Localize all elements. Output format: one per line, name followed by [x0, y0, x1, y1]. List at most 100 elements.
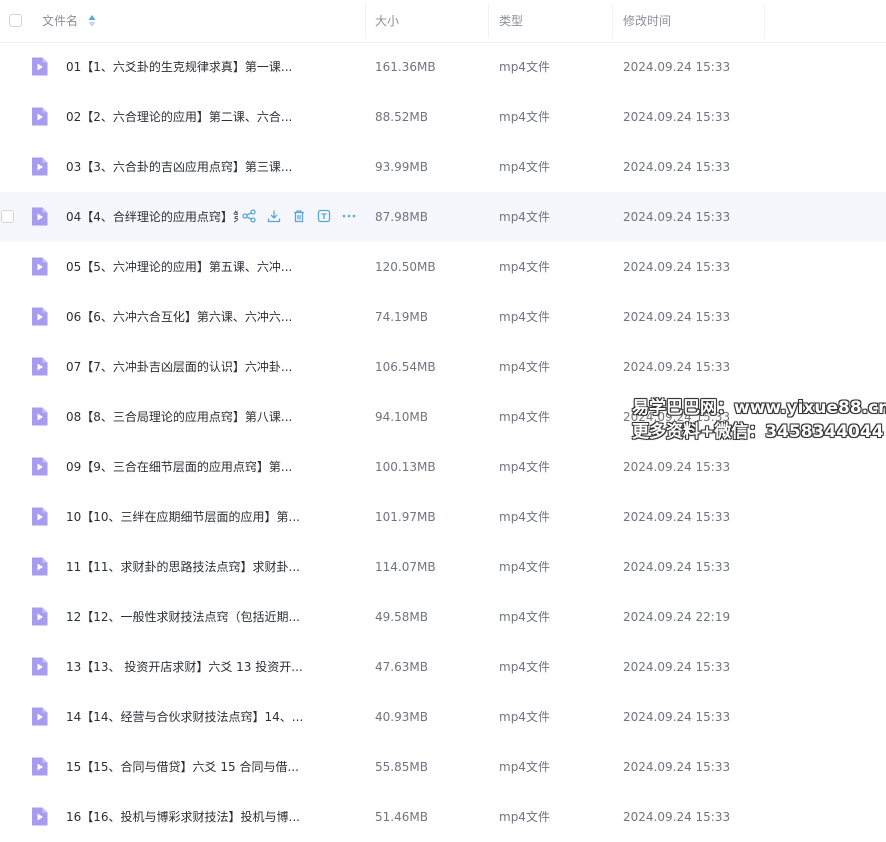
download-icon[interactable]: [267, 209, 281, 223]
file-row[interactable]: 04【4、合绊理论的应用点窍】第四课... 87.98MB mp4文件 2024.09…: [0, 192, 886, 242]
column-divider[interactable]: [365, 4, 366, 38]
video-file-icon: [32, 657, 48, 676]
file-name[interactable]: 07【7、六冲卦吉凶层面的认识】六冲卦...: [66, 342, 292, 392]
file-row[interactable]: 15【15、合同与借贷】六爻 15 合同与借... 55.85MB mp4文件 202…: [0, 742, 886, 792]
rename-icon[interactable]: [317, 209, 331, 223]
file-type: mp4文件: [499, 760, 550, 774]
file-name[interactable]: 01【1、六爻卦的生克规律求真】第一课...: [66, 42, 292, 92]
file-size: 101.97MB: [375, 510, 436, 524]
video-file-icon: [32, 707, 48, 726]
file-name[interactable]: 10【10、三绊在应期细节层面的应用】第...: [66, 492, 300, 542]
file-name[interactable]: 08【8、三合局理论的应用点窍】第八课...: [66, 392, 292, 442]
file-type: mp4文件: [499, 710, 550, 724]
video-file-icon: [32, 457, 48, 476]
more-icon[interactable]: [342, 209, 356, 223]
file-size: 51.46MB: [375, 810, 428, 824]
file-type: mp4文件: [499, 210, 550, 224]
file-size: 93.99MB: [375, 160, 428, 174]
file-modified-time: 2024.09.24 15:33: [623, 710, 731, 724]
row-checkbox[interactable]: [1, 210, 14, 223]
file-row[interactable]: 10【10、三绊在应期细节层面的应用】第... 101.97MB mp4文件 2024…: [0, 492, 886, 542]
file-type: mp4文件: [499, 610, 550, 624]
file-modified-time: 2024.09.24 15:33: [623, 110, 731, 124]
watermark-line1: 易学巴巴网：www.yixue88.cn: [632, 398, 886, 418]
column-divider[interactable]: [764, 4, 765, 38]
delete-icon[interactable]: [292, 209, 306, 223]
file-row[interactable]: 05【5、六冲理论的应用】第五课、六冲... 120.50MB mp4文件 2024.…: [0, 242, 886, 292]
file-type: mp4文件: [499, 60, 550, 74]
file-size: 114.07MB: [375, 560, 436, 574]
file-row[interactable]: 09【9、三合在细节层面的应用点窍】第... 100.13MB mp4文件 2024.…: [0, 442, 886, 492]
file-modified-time: 2024.09.24 15:33: [623, 560, 731, 574]
file-name[interactable]: 06【6、六冲六合互化】第六课、六冲六...: [66, 292, 292, 342]
file-name[interactable]: 13【13、 投资开店求财】六爻 13 投资开...: [66, 642, 303, 692]
select-all-checkbox[interactable]: [9, 14, 22, 27]
file-list-header: 文件名 大小 类型 修改时间: [0, 0, 886, 43]
video-file-icon: [32, 807, 48, 826]
file-modified-time: 2024.09.24 15:33: [623, 310, 731, 324]
file-name[interactable]: 05【5、六冲理论的应用】第五课、六冲...: [66, 242, 292, 292]
video-file-icon: [32, 557, 48, 576]
header-size[interactable]: 大小: [375, 0, 399, 42]
file-size: 88.52MB: [375, 110, 428, 124]
file-name[interactable]: 03【3、六合卦的吉凶应用点窍】第三课...: [66, 142, 292, 192]
share-icon[interactable]: [242, 209, 256, 223]
file-type: mp4文件: [499, 560, 550, 574]
file-size: 100.13MB: [375, 460, 436, 474]
video-file-icon: [32, 507, 48, 526]
file-modified-time: 2024.09.24 15:33: [623, 210, 731, 224]
file-row[interactable]: 12【12、一般性求财技法点窍（包括近期... 49.58MB mp4文件 2024.…: [0, 592, 886, 642]
file-modified-time: 2024.09.24 22:19: [623, 610, 731, 624]
file-name[interactable]: 02【2、六合理论的应用】第二课、六合...: [66, 92, 292, 142]
file-type: mp4文件: [499, 260, 550, 274]
file-size: 74.19MB: [375, 310, 428, 324]
file-modified-time: 2024.09.24 15:33: [623, 810, 731, 824]
file-type: mp4文件: [499, 410, 550, 424]
file-type: mp4文件: [499, 160, 550, 174]
file-type: mp4文件: [499, 110, 550, 124]
file-type: mp4文件: [499, 660, 550, 674]
file-size: 161.36MB: [375, 60, 436, 74]
file-row[interactable]: 16【16、投机与博彩求财技法】投机与博... 51.46MB mp4文件 2024.…: [0, 792, 886, 842]
column-divider[interactable]: [612, 4, 613, 38]
video-file-icon: [32, 407, 48, 426]
video-file-icon: [32, 357, 48, 376]
header-type[interactable]: 类型: [499, 0, 523, 42]
file-type: mp4文件: [499, 310, 550, 324]
file-row[interactable]: 06【6、六冲六合互化】第六课、六冲六... 74.19MB mp4文件 2024.0…: [0, 292, 886, 342]
file-name[interactable]: 04【4、合绊理论的应用点窍】第四课...: [66, 192, 238, 242]
column-divider[interactable]: [488, 4, 489, 38]
sort-ascending-icon[interactable]: [88, 14, 96, 28]
file-modified-time: 2024.09.24 15:33: [623, 160, 731, 174]
watermark: 易学巴巴网：www.yixue88.cn 更多资料+微信：3458344044: [632, 396, 886, 444]
file-name[interactable]: 15【15、合同与借贷】六爻 15 合同与借...: [66, 742, 299, 792]
header-modified[interactable]: 修改时间: [623, 0, 671, 42]
file-row[interactable]: 02【2、六合理论的应用】第二课、六合... 88.52MB mp4文件 2024.0…: [0, 92, 886, 142]
file-name[interactable]: 14【14、经营与合伙求财技法点窍】14、...: [66, 692, 303, 742]
file-name[interactable]: 12【12、一般性求财技法点窍（包括近期...: [66, 592, 300, 642]
file-row[interactable]: 14【14、经营与合伙求财技法点窍】14、... 40.93MB mp4文件 2024…: [0, 692, 886, 742]
file-modified-time: 2024.09.24 15:33: [623, 60, 731, 74]
file-row[interactable]: 13【13、 投资开店求财】六爻 13 投资开... 47.63MB mp4文件 20…: [0, 642, 886, 692]
header-filename[interactable]: 文件名: [42, 0, 78, 42]
file-type: mp4文件: [499, 460, 550, 474]
file-row[interactable]: 11【11、求财卦的思路技法点窍】求财卦... 114.07MB mp4文件 2024…: [0, 542, 886, 592]
file-name[interactable]: 09【9、三合在细节层面的应用点窍】第...: [66, 442, 292, 492]
video-file-icon: [32, 207, 48, 226]
file-size: 49.58MB: [375, 610, 428, 624]
file-name[interactable]: 11【11、求财卦的思路技法点窍】求财卦...: [66, 542, 300, 592]
file-row[interactable]: 01【1、六爻卦的生克规律求真】第一课... 161.36MB mp4文件 2024.…: [0, 42, 886, 92]
file-size: 40.93MB: [375, 710, 428, 724]
file-size: 106.54MB: [375, 360, 436, 374]
video-file-icon: [32, 257, 48, 276]
file-row[interactable]: 07【7、六冲卦吉凶层面的认识】六冲卦... 106.54MB mp4文件 2024.…: [0, 342, 886, 392]
file-name[interactable]: 16【16、投机与博彩求财技法】投机与博...: [66, 792, 300, 842]
file-modified-time: 2024.09.24 15:33: [623, 360, 731, 374]
file-modified-time: 2024.09.24 15:33: [623, 510, 731, 524]
file-modified-time: 2024.09.24 15:33: [623, 260, 731, 274]
file-size: 55.85MB: [375, 760, 428, 774]
file-size: 87.98MB: [375, 210, 428, 224]
file-row[interactable]: 03【3、六合卦的吉凶应用点窍】第三课... 93.99MB mp4文件 2024.0…: [0, 142, 886, 192]
video-file-icon: [32, 757, 48, 776]
file-type: mp4文件: [499, 810, 550, 824]
